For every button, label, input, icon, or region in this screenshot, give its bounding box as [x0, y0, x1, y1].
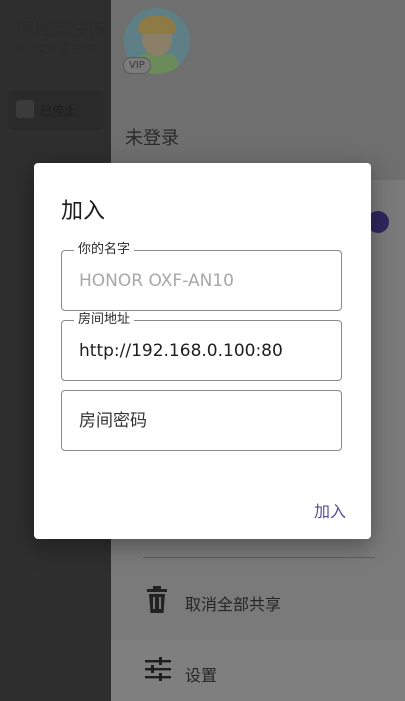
join-button[interactable]: 加入 [314, 498, 346, 522]
name-input[interactable] [79, 251, 329, 310]
address-input[interactable] [79, 321, 329, 380]
join-room-dialog: 加入 你的名字 房间地址 加入 [34, 163, 371, 539]
password-field [61, 390, 342, 451]
address-field: 房间地址 [61, 312, 342, 381]
dialog-title: 加入 [61, 199, 106, 224]
password-input[interactable] [79, 391, 329, 450]
name-field: 你的名字 [61, 242, 342, 311]
